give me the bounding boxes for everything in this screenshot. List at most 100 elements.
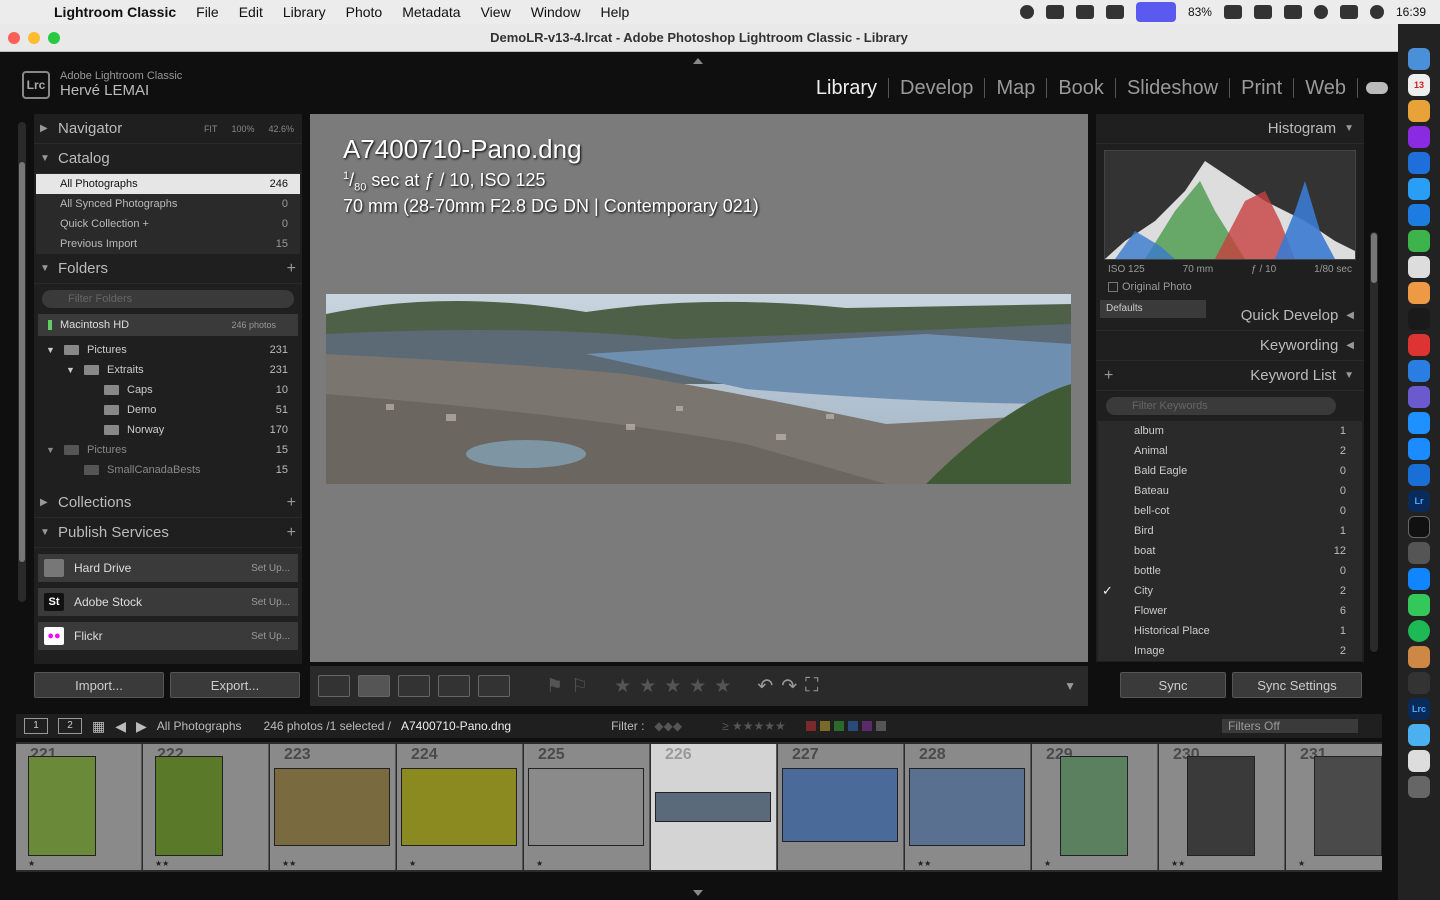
app-icon-3[interactable] xyxy=(1408,178,1430,200)
checkbox-icon[interactable] xyxy=(1108,282,1118,292)
filmstrip-cell[interactable]: 224 ★ xyxy=(397,744,523,870)
filmstrip-cell[interactable]: 227 xyxy=(778,744,904,870)
spotify-icon[interactable] xyxy=(1408,620,1430,642)
app-icon-8[interactable] xyxy=(1408,412,1430,434)
keyword-row[interactable]: Animal 2 xyxy=(1098,441,1362,461)
lightroom-classic-dock-icon[interactable]: Lrc xyxy=(1408,698,1430,720)
launchpad-icon[interactable] xyxy=(1408,100,1430,122)
grid-icon[interactable]: ▦ xyxy=(92,718,105,735)
folder-pictures[interactable]: ▼ Pictures 231 xyxy=(34,340,302,360)
bluesky-icon[interactable] xyxy=(1408,568,1430,590)
menu-photo[interactable]: Photo xyxy=(336,4,393,20)
wifi-icon[interactable] xyxy=(1283,5,1302,19)
publish-flickr[interactable]: ●● Flickr Set Up... xyxy=(38,622,298,650)
filmstrip-cell[interactable]: 225 ★ xyxy=(524,744,650,870)
thumbnail-image[interactable] xyxy=(909,768,1025,846)
folder-demo[interactable]: Demo 51 xyxy=(34,400,302,420)
rating-star-5-icon[interactable]: ★ xyxy=(714,675,731,698)
mail-icon[interactable] xyxy=(1408,464,1430,486)
flag-filter-icons[interactable]: ◆◆◆ xyxy=(654,719,682,733)
rating-star-3-icon[interactable]: ★ xyxy=(664,675,681,698)
thumbnail-image[interactable] xyxy=(782,768,898,842)
module-develop[interactable]: Develop xyxy=(889,78,986,98)
right-panel-scrollbar[interactable] xyxy=(1370,232,1378,652)
keyword-row[interactable]: Image 2 xyxy=(1098,641,1362,661)
keyword-row[interactable]: Bald Eagle 0 xyxy=(1098,461,1362,481)
rating-filter-icons[interactable]: ≥ ★★★★★ xyxy=(722,719,786,733)
downloads-folder-icon[interactable] xyxy=(1408,724,1430,746)
catalog-item-previous-import[interactable]: Previous Import 15 xyxy=(36,234,300,254)
moon-icon[interactable] xyxy=(1019,5,1034,19)
selected-filename[interactable]: A7400710-Pano.dng xyxy=(401,719,511,733)
app-icon-10[interactable] xyxy=(1408,542,1430,564)
trash-icon[interactable] xyxy=(1408,776,1430,798)
filmstrip-cell[interactable]: 222 ★★ xyxy=(143,744,269,870)
keyword-row[interactable]: Historical Place 1 xyxy=(1098,621,1362,641)
quick-develop-header[interactable]: Quick Develop ◀ xyxy=(1096,301,1364,331)
cloud-status-icon[interactable] xyxy=(1105,5,1124,19)
keywording-header[interactable]: Keywording ◀ xyxy=(1096,331,1364,361)
catalog-item-quick-collection[interactable]: Quick Collection + 0 xyxy=(36,214,300,234)
histogram-header[interactable]: Histogram ▼ xyxy=(1096,114,1364,144)
color-filter-blue[interactable] xyxy=(847,721,858,731)
catalog-item-synced[interactable]: All Synced Photographs 0 xyxy=(36,194,300,214)
filmstrip-cell[interactable]: 226 xyxy=(651,744,777,870)
photos-icon[interactable] xyxy=(1408,282,1430,304)
setup-link[interactable]: Set Up... xyxy=(251,563,290,574)
grid-status-icon[interactable] xyxy=(1075,5,1094,19)
finder-icon[interactable] xyxy=(1408,48,1430,70)
filmstrip-cell[interactable]: 229 ★ xyxy=(1032,744,1158,870)
module-map[interactable]: Map xyxy=(985,78,1048,98)
clock-icon[interactable] xyxy=(1313,5,1328,19)
face-region-icon[interactable]: ⛶ xyxy=(805,675,818,697)
keyword-row[interactable]: ✓ City 2 xyxy=(1098,581,1362,601)
publish-adobe-stock[interactable]: St Adobe Stock Set Up... xyxy=(38,588,298,616)
app-icon-12[interactable] xyxy=(1408,672,1430,694)
filter-keywords-input[interactable]: Filter Keywords xyxy=(1106,397,1336,415)
menu-file[interactable]: File xyxy=(186,4,229,20)
keyword-row[interactable]: boat 12 xyxy=(1098,541,1362,561)
filmstrip-cell[interactable]: 231 ★ xyxy=(1286,744,1382,870)
collections-header[interactable]: ▶ Collections + xyxy=(34,488,302,518)
publish-hard-drive[interactable]: Hard Drive Set Up... xyxy=(38,554,298,582)
thumbnail-image[interactable] xyxy=(528,768,644,846)
loupe-view[interactable]: A7400710-Pano.dng 1/80 sec at ƒ / 10, IS… xyxy=(310,114,1088,662)
export-button[interactable]: Export... xyxy=(170,672,300,698)
filmstrip-cell[interactable]: 228 ★★ xyxy=(905,744,1031,870)
app-icon-6[interactable] xyxy=(1408,334,1430,356)
filter-folders-input[interactable]: Filter Folders xyxy=(42,290,294,308)
menu-app[interactable]: Lightroom Classic xyxy=(44,4,186,20)
folder-extraits[interactable]: ▼ Extraits 231 xyxy=(34,360,302,380)
bottom-panel-toggle-icon[interactable] xyxy=(693,890,703,896)
app-icon-11[interactable] xyxy=(1408,646,1430,668)
module-print[interactable]: Print xyxy=(1230,78,1295,98)
folder-norway[interactable]: Norway 170 xyxy=(34,420,302,440)
app-icon-2[interactable] xyxy=(1408,152,1430,174)
rating-star-4-icon[interactable]: ★ xyxy=(689,675,706,698)
minimize-button[interactable] xyxy=(28,32,40,44)
menu-edit[interactable]: Edit xyxy=(229,4,273,20)
color-filter-yellow[interactable] xyxy=(819,721,830,731)
cloud-sync-icon[interactable] xyxy=(1366,82,1388,94)
menu-window[interactable]: Window xyxy=(521,4,591,20)
battery-icon[interactable] xyxy=(1223,5,1242,19)
folder-pictures-missing[interactable]: ▼ Pictures 15 xyxy=(34,440,302,460)
histogram-graph[interactable] xyxy=(1104,150,1356,260)
keyword-row[interactable]: Flower 6 xyxy=(1098,601,1362,621)
app-icon-1[interactable] xyxy=(1408,126,1430,148)
folder-caps[interactable]: Caps 10 xyxy=(34,380,302,400)
setup-link[interactable]: Set Up... xyxy=(251,597,290,608)
people-view-button[interactable] xyxy=(478,675,510,697)
catalog-item-all-photographs[interactable]: All Photographs 246 xyxy=(36,174,300,194)
app-icon-4[interactable] xyxy=(1408,230,1430,252)
keyword-list-header[interactable]: + Keyword List ▼ xyxy=(1096,361,1364,391)
folder-smallcanadabests[interactable]: SmallCanadaBests 15 xyxy=(34,460,302,480)
siri-icon[interactable] xyxy=(1369,5,1384,19)
module-library[interactable]: Library xyxy=(805,78,890,98)
thumbnail-image[interactable] xyxy=(274,768,390,846)
thumbnail-image[interactable] xyxy=(1314,756,1382,856)
add-collection-icon[interactable]: + xyxy=(287,494,296,512)
catalog-header[interactable]: ▼ Catalog xyxy=(34,144,302,174)
zoom-custom[interactable]: 42.6% xyxy=(268,124,294,134)
display-icon[interactable] xyxy=(1253,5,1272,19)
